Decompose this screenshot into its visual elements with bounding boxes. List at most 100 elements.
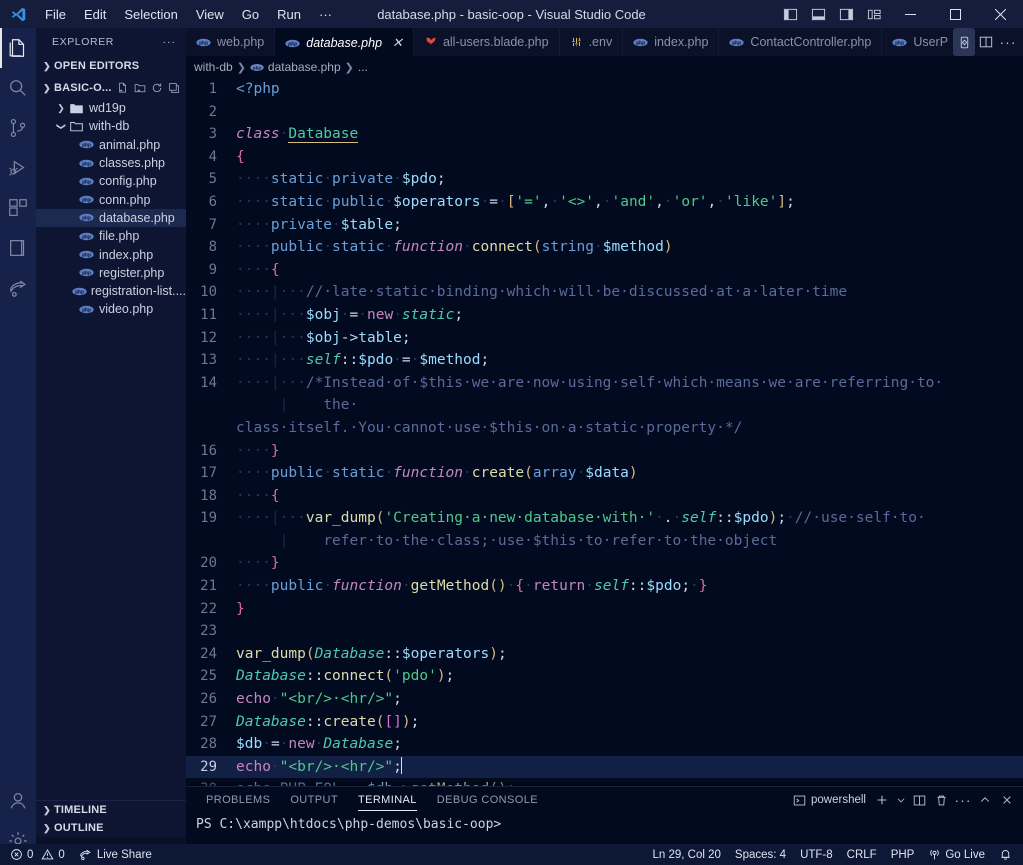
tree-folder[interactable]: ❯ with-db <box>36 117 186 135</box>
code-line[interactable]: 5 ····static·private·$pdo; <box>186 168 1023 191</box>
breadcrumb-folder[interactable]: with-db <box>194 60 233 74</box>
breadcrumb-file[interactable]: php database.php <box>250 60 341 74</box>
split-editor-icon[interactable] <box>975 28 997 56</box>
status-problems[interactable]: 0 0 <box>0 844 72 865</box>
editor-tab[interactable]: php web.php <box>186 28 276 56</box>
panel-tab-problems[interactable]: PROBLEMS <box>196 787 280 813</box>
code-line[interactable]: 26 echo·"<br/>·<hr/>"; <box>186 688 1023 711</box>
tree-file[interactable]: php classes.php <box>36 154 186 172</box>
code-line[interactable]: 13 ····|···self::$pdo·=·$method; <box>186 349 1023 372</box>
tree-file[interactable]: php index.php <box>36 245 186 263</box>
editor-tab[interactable]: php ContactController.php <box>719 28 883 56</box>
code-line[interactable]: 18 ····{ <box>186 485 1023 508</box>
code-line[interactable]: 23 <box>186 620 1023 643</box>
code-line[interactable]: 16 ····} <box>186 440 1023 463</box>
menu-run[interactable]: Run <box>268 4 310 25</box>
activitybar-explorer-icon[interactable] <box>0 28 36 68</box>
new-file-icon[interactable] <box>115 81 130 96</box>
sidebar-more-icon[interactable]: ··· <box>157 36 183 48</box>
section-outline[interactable]: ❯ OUTLINE <box>36 819 186 837</box>
code-editor[interactable]: 1 <?php 2 3 class·Database 4{5 ····static·pri… <box>186 78 1023 786</box>
section-open-editors[interactable]: ❯ OPEN EDITORS <box>36 55 186 77</box>
editor-tab[interactable]: .env <box>559 28 624 56</box>
menu-more[interactable]: ··· <box>310 4 341 25</box>
window-close-button[interactable] <box>978 0 1023 28</box>
code-line[interactable]: 8 ····public·static·function·connect(stri… <box>186 236 1023 259</box>
tree-file[interactable]: php registration-list.... <box>36 282 186 300</box>
tree-folder[interactable]: ❯ wd19p <box>36 99 186 117</box>
editor-tab[interactable]: php database.php ✕ <box>275 28 414 56</box>
terminal-shell-selector[interactable]: powershell <box>793 794 870 807</box>
tree-file[interactable]: php video.php <box>36 300 186 318</box>
code-line[interactable]: 22} <box>186 598 1023 621</box>
code-line[interactable]: 4{ <box>186 146 1023 169</box>
menu-edit[interactable]: Edit <box>75 4 115 25</box>
panel-tab-terminal[interactable]: TERMINAL <box>348 787 427 813</box>
collapse-all-icon[interactable] <box>166 81 181 96</box>
section-project-root[interactable]: ❯ BASIC-O... <box>36 77 186 99</box>
panel-more-icon[interactable]: ··· <box>953 789 973 811</box>
activitybar-extensions-icon[interactable] <box>0 188 36 228</box>
tree-file[interactable]: php file.php <box>36 227 186 245</box>
code-line[interactable]: 6 ····static·public·$operators·=·['=',·'<… <box>186 191 1023 214</box>
code-line[interactable]: class·itself.·You·cannot·use·$this·on·a·… <box>186 417 1023 440</box>
code-line[interactable]: 11 ····|···$obj·=·new·static; <box>186 304 1023 327</box>
toggle-primary-sidebar-icon[interactable] <box>776 0 804 28</box>
code-line[interactable]: 29 echo·"<br/>·<hr/>"; <box>186 755 1023 779</box>
split-terminal-icon[interactable] <box>909 789 929 811</box>
activitybar-book-icon[interactable] <box>0 228 36 268</box>
menu-go[interactable]: Go <box>233 4 268 25</box>
status-encoding[interactable]: UTF-8 <box>793 844 840 865</box>
code-line[interactable]: 10 ····|···//·late·static·binding·which·w… <box>186 281 1023 304</box>
activitybar-accounts-icon[interactable] <box>0 781 36 821</box>
customize-layout-icon[interactable] <box>860 0 888 28</box>
code-line[interactable]: 12 ····|···$obj->table; <box>186 327 1023 350</box>
window-minimize-button[interactable] <box>888 0 933 28</box>
status-cursor-position[interactable]: Ln 29, Col 20 <box>646 844 728 865</box>
status-indentation[interactable]: Spaces: 4 <box>728 844 793 865</box>
refresh-icon[interactable] <box>149 81 164 96</box>
file-tree[interactable]: ❯ wd19p ❯ with-db php animal.php php classes.ph… <box>36 99 186 800</box>
code-line[interactable]: 14 ····|···/*Instead·of·$this·we·are·now·… <box>186 372 1023 395</box>
tree-file[interactable]: php conn.php <box>36 190 186 208</box>
code-line[interactable]: 1 <?php <box>186 78 1023 101</box>
panel-tab-output[interactable]: OUTPUT <box>280 787 348 813</box>
activitybar-search-icon[interactable] <box>0 68 36 108</box>
section-timeline[interactable]: ❯ TIMELINE <box>36 801 186 819</box>
new-folder-icon[interactable] <box>132 81 147 96</box>
close-icon[interactable]: ✕ <box>392 35 403 51</box>
code-line[interactable]: 20 ····} <box>186 552 1023 575</box>
status-language-mode[interactable]: PHP <box>884 844 922 865</box>
tree-file[interactable]: php config.php <box>36 172 186 190</box>
status-live-share[interactable]: Live Share <box>72 844 159 865</box>
code-line[interactable]: 28 $db·=·new·Database; <box>186 733 1023 756</box>
toggle-secondary-sidebar-icon[interactable] <box>832 0 860 28</box>
editor-tab[interactable]: all-users.blade.php <box>413 28 560 56</box>
window-maximize-button[interactable] <box>933 0 978 28</box>
activitybar-run-debug-icon[interactable] <box>0 148 36 188</box>
code-line[interactable]: 17 ····public·static·function·create(arra… <box>186 462 1023 485</box>
menu-selection[interactable]: Selection <box>115 4 186 25</box>
more-actions-icon[interactable]: ··· <box>997 28 1019 56</box>
maximize-panel-icon[interactable] <box>975 789 995 811</box>
close-panel-icon[interactable] <box>997 789 1017 811</box>
tree-file[interactable]: php register.php <box>36 264 186 282</box>
editor-tab[interactable]: php UserP <box>882 28 960 56</box>
code-line[interactable]: 19 ····|···var_dump('Creating·a·new·datab… <box>186 507 1023 530</box>
toggle-panel-icon[interactable] <box>804 0 832 28</box>
activitybar-source-control-icon[interactable] <box>0 108 36 148</box>
status-go-live[interactable]: Go Live <box>921 844 992 865</box>
menu-view[interactable]: View <box>187 4 233 25</box>
code-line[interactable]: 2 <box>186 101 1023 124</box>
new-terminal-icon[interactable] <box>872 789 892 811</box>
run-php-icon[interactable] <box>953 28 975 56</box>
status-notifications[interactable] <box>992 844 1023 865</box>
tree-file[interactable]: php animal.php <box>36 136 186 154</box>
editor-tab[interactable]: php index.php <box>623 28 720 56</box>
panel-tab-debug-console[interactable]: DEBUG CONSOLE <box>427 787 548 813</box>
code-line[interactable]: 9 ····{ <box>186 259 1023 282</box>
code-line[interactable]: 21 ····public·function·getMethod()·{·retu… <box>186 575 1023 598</box>
tree-file[interactable]: php database.php <box>36 208 186 228</box>
code-line[interactable]: 7 ····private·$table; <box>186 214 1023 237</box>
status-eol[interactable]: CRLF <box>840 844 884 865</box>
